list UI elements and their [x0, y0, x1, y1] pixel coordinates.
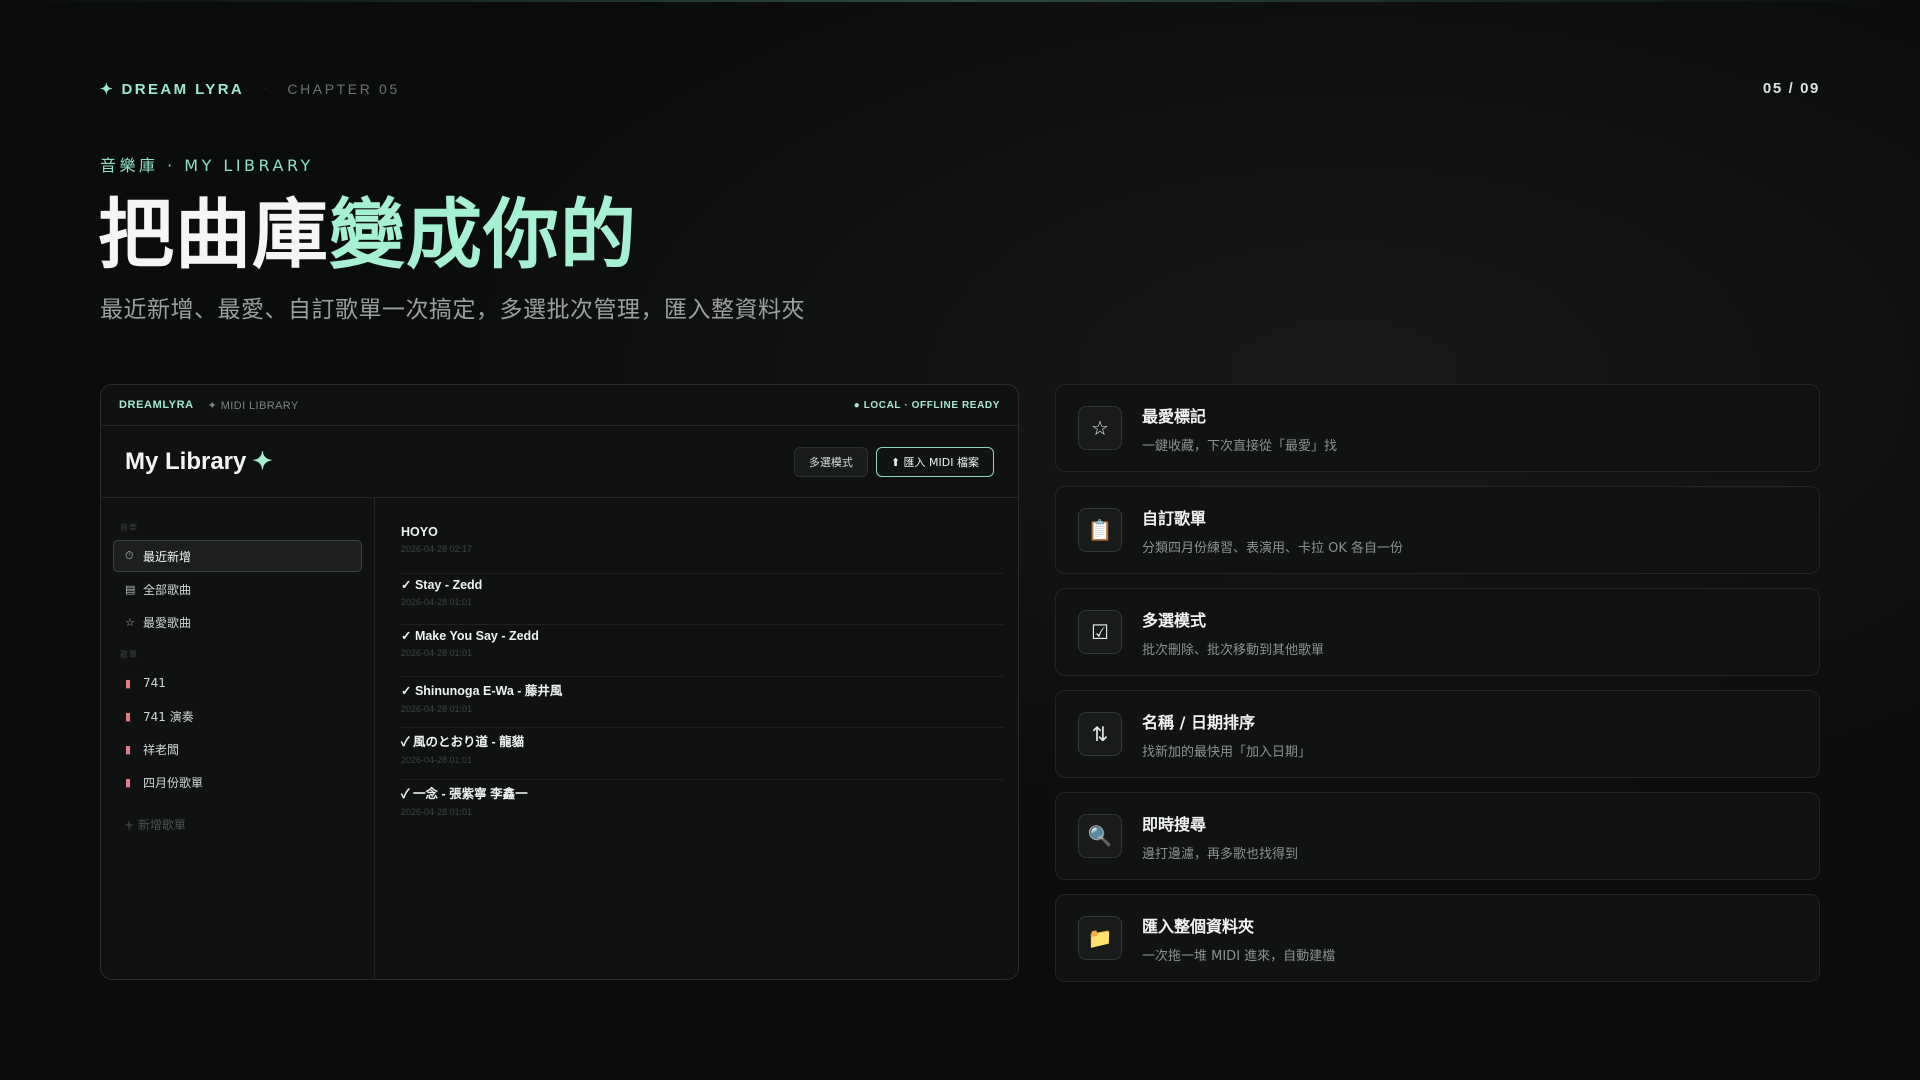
sparkle-icon: ✦: [252, 448, 273, 475]
clipboard-icon: ▮: [125, 775, 132, 789]
sidebar-item-label: 最愛歌曲: [143, 615, 192, 630]
import-midi-button[interactable]: ⬆ 匯入 MIDI 檔案: [875, 446, 994, 477]
song-row[interactable]: HOYO 2026-04-28 02:17: [401, 522, 1004, 574]
feature-title: 多選模式: [1142, 610, 1207, 630]
feature-description: 分類四月份練習、表演用、卡拉 OK 各自一份: [1142, 540, 1404, 556]
clock-icon: ⏱: [125, 549, 134, 562]
feature-card: ⇅ 名稱 / 日期排序找新加的最快用「加入日期」: [1055, 690, 1820, 778]
feature-title: 自訂歌單: [1142, 508, 1207, 528]
feature-text: 即時搜尋邊打邊濾，再多歌也找得到: [1142, 811, 1298, 862]
song-date: 2026-04-28 01:01: [401, 755, 473, 765]
title-part-1: 把曲庫: [98, 190, 329, 279]
feature-text: 多選模式批次刪除、批次移動到其他歌單: [1142, 607, 1324, 658]
clipboard-icon: 📋: [1078, 508, 1122, 552]
library-title-text: My Library: [125, 448, 247, 475]
multi-select-button[interactable]: 多選模式: [793, 446, 868, 477]
feature-title: 最愛標記: [1142, 406, 1207, 426]
library-body: 音樂 ⏱ 最近新增 ▤ 全部歌曲 ☆ 最愛歌曲 歌單 ▮ 741 ▮ 741 演奏 ▮ 祥老闆 ▮ 四月…: [101, 498, 1018, 979]
clipboard-icon: ▮: [125, 742, 132, 756]
song-date: 2026-04-28 01:01: [401, 596, 473, 607]
feature-title: 匯入整個資料夾: [1142, 916, 1255, 936]
playlist-item[interactable]: ▮ 祥老闆: [113, 733, 362, 765]
playlist-item[interactable]: ▮ 741: [113, 667, 362, 699]
playlist-label: 祥老闆: [143, 742, 180, 757]
song-row[interactable]: ✓ 一念 - 張紫寧 李鑫一 2026-04-28 01:01: [401, 780, 1004, 832]
sidebar-item-recent[interactable]: ⏱ 最近新增: [113, 540, 362, 572]
song-row[interactable]: ✓ 風のとおり道 - 龍貓 2026-04-28 01:01: [401, 728, 1004, 780]
feature-list: ☆ 最愛標記一鍵收藏，下次直接從「最愛」找 📋 自訂歌單分類四月份練習、表演用、卡拉 …: [1055, 384, 1820, 996]
add-playlist-button[interactable]: + 新增歌單: [113, 810, 362, 838]
page-title: 把曲庫變成你的: [98, 190, 637, 280]
feature-text: 名稱 / 日期排序找新加的最快用「加入日期」: [1142, 709, 1311, 760]
feature-text: 最愛標記一鍵收藏，下次直接從「最愛」找: [1142, 403, 1337, 454]
feature-card: 📋 自訂歌單分類四月份練習、表演用、卡拉 OK 各自一份: [1055, 486, 1820, 574]
library-header: My Library ✦ 多選模式 ⬆ 匯入 MIDI 檔案: [101, 426, 1018, 498]
song-title: ✓ 風のとおり道 - 龍貓: [401, 735, 525, 749]
library-sidebar: 音樂 ⏱ 最近新增 ▤ 全部歌曲 ☆ 最愛歌曲 歌單 ▮ 741 ▮ 741 演奏 ▮ 祥老闆 ▮ 四月…: [101, 498, 375, 979]
feature-card: ☑ 多選模式批次刪除、批次移動到其他歌單: [1055, 588, 1820, 676]
playlist-item[interactable]: ▮ 741 演奏: [113, 700, 362, 732]
search-icon: 🔍: [1078, 814, 1122, 858]
feature-text: 匯入整個資料夾一次拖一堆 MIDI 進來，自動建檔: [1142, 913, 1335, 964]
feature-title: 名稱 / 日期排序: [1142, 712, 1255, 732]
sidebar-item-all-songs[interactable]: ▤ 全部歌曲: [113, 573, 362, 605]
app-topbar: DREAMLYRA ✦ MIDI LIBRARY ● LOCAL · OFFLI…: [101, 385, 1018, 426]
feature-card: 📁 匯入整個資料夾一次拖一堆 MIDI 進來，自動建檔: [1055, 894, 1820, 982]
header-left: ✦ DREAM LYRA · CHAPTER 05: [100, 80, 400, 98]
song-date: 2026-04-28 01:01: [401, 703, 473, 714]
song-date: 2026-04-28 02:17: [401, 544, 473, 554]
feature-card: 🔍 即時搜尋邊打邊濾，再多歌也找得到: [1055, 792, 1820, 880]
folder-icon: 📁: [1078, 916, 1122, 960]
playlist-item[interactable]: ▮ 四月份歌單: [113, 766, 362, 798]
title-part-2: 變成你的: [329, 190, 637, 279]
playlist-label: 741 演奏: [143, 709, 194, 724]
feature-description: 一鍵收藏，下次直接從「最愛」找: [1142, 438, 1338, 454]
app-brand: DREAMLYRA: [119, 399, 194, 411]
song-list: HOYO 2026-04-28 02:17 ✓ Stay - Zedd 2026-04…: [375, 498, 1018, 979]
sort-icon: ⇅: [1078, 712, 1122, 756]
song-row[interactable]: ✓ Shinunoga E-Wa - 藤井風 2026-04-28 01:01: [401, 677, 1004, 728]
app-breadcrumb: ✦ MIDI LIBRARY: [207, 399, 299, 412]
page-counter: 05 / 09: [1762, 80, 1820, 97]
feature-description: 邊打邊濾，再多歌也找得到: [1142, 846, 1299, 862]
sidebar-item-label: 最近新增: [143, 549, 192, 564]
song-title: ✓ 一念 - 張紫寧 李鑫一: [401, 786, 528, 801]
sidebar-section-music: 音樂: [120, 523, 138, 532]
sidebar-section-playlists: 歌單: [120, 650, 138, 659]
feature-title: 即時搜尋: [1142, 814, 1207, 834]
offline-status-badge: ● LOCAL · OFFLINE READY: [853, 399, 1000, 411]
clipboard-icon: ▮: [125, 676, 132, 690]
brand-logo: ✦ DREAM LYRA: [100, 81, 245, 98]
chapter-label: CHAPTER 05: [287, 81, 400, 97]
song-date: 2026-04-28 01:01: [401, 806, 473, 817]
feature-description: 找新加的最快用「加入日期」: [1142, 744, 1312, 760]
clipboard-icon: ▮: [125, 709, 132, 723]
sidebar-item-label: 全部歌曲: [143, 582, 192, 597]
list-icon: ▤: [125, 582, 136, 596]
song-title: ✓ Stay - Zedd: [401, 577, 483, 592]
song-date: 2026-04-28 01:01: [401, 648, 473, 658]
header-divider: ·: [264, 83, 268, 95]
song-title: ✓ Shinunoga E-Wa - 藤井風: [401, 683, 563, 698]
song-row[interactable]: ✓ Make You Say - Zedd 2026-04-28 01:01: [401, 625, 1004, 677]
star-icon: ☆: [125, 615, 135, 629]
playlist-label: 741: [143, 676, 166, 690]
sidebar-item-favorites[interactable]: ☆ 最愛歌曲: [113, 606, 362, 638]
song-title: HOYO: [401, 525, 438, 539]
feature-description: 一次拖一堆 MIDI 進來，自動建檔: [1142, 948, 1336, 964]
song-row[interactable]: ✓ Stay - Zedd 2026-04-28 01:01: [401, 574, 1004, 625]
section-eyebrow: 音樂庫 · MY LIBRARY: [100, 156, 314, 175]
feature-description: 批次刪除、批次移動到其他歌單: [1142, 642, 1325, 658]
top-accent-line: [0, 0, 1920, 2]
playlist-label: 四月份歌單: [143, 775, 204, 790]
page-subtitle: 最近新增、最愛、自訂歌單一次搞定，多選批次管理，匯入整資料夾: [100, 297, 805, 323]
checkbox-icon: ☑: [1078, 610, 1122, 654]
library-app-window: DREAMLYRA ✦ MIDI LIBRARY ● LOCAL · OFFLI…: [100, 384, 1019, 980]
song-title: ✓ Make You Say - Zedd: [401, 629, 539, 643]
feature-text: 自訂歌單分類四月份練習、表演用、卡拉 OK 各自一份: [1142, 505, 1403, 556]
star-icon: ☆: [1078, 406, 1122, 450]
library-title: My Library ✦: [125, 447, 272, 476]
feature-card: ☆ 最愛標記一鍵收藏，下次直接從「最愛」找: [1055, 384, 1820, 472]
